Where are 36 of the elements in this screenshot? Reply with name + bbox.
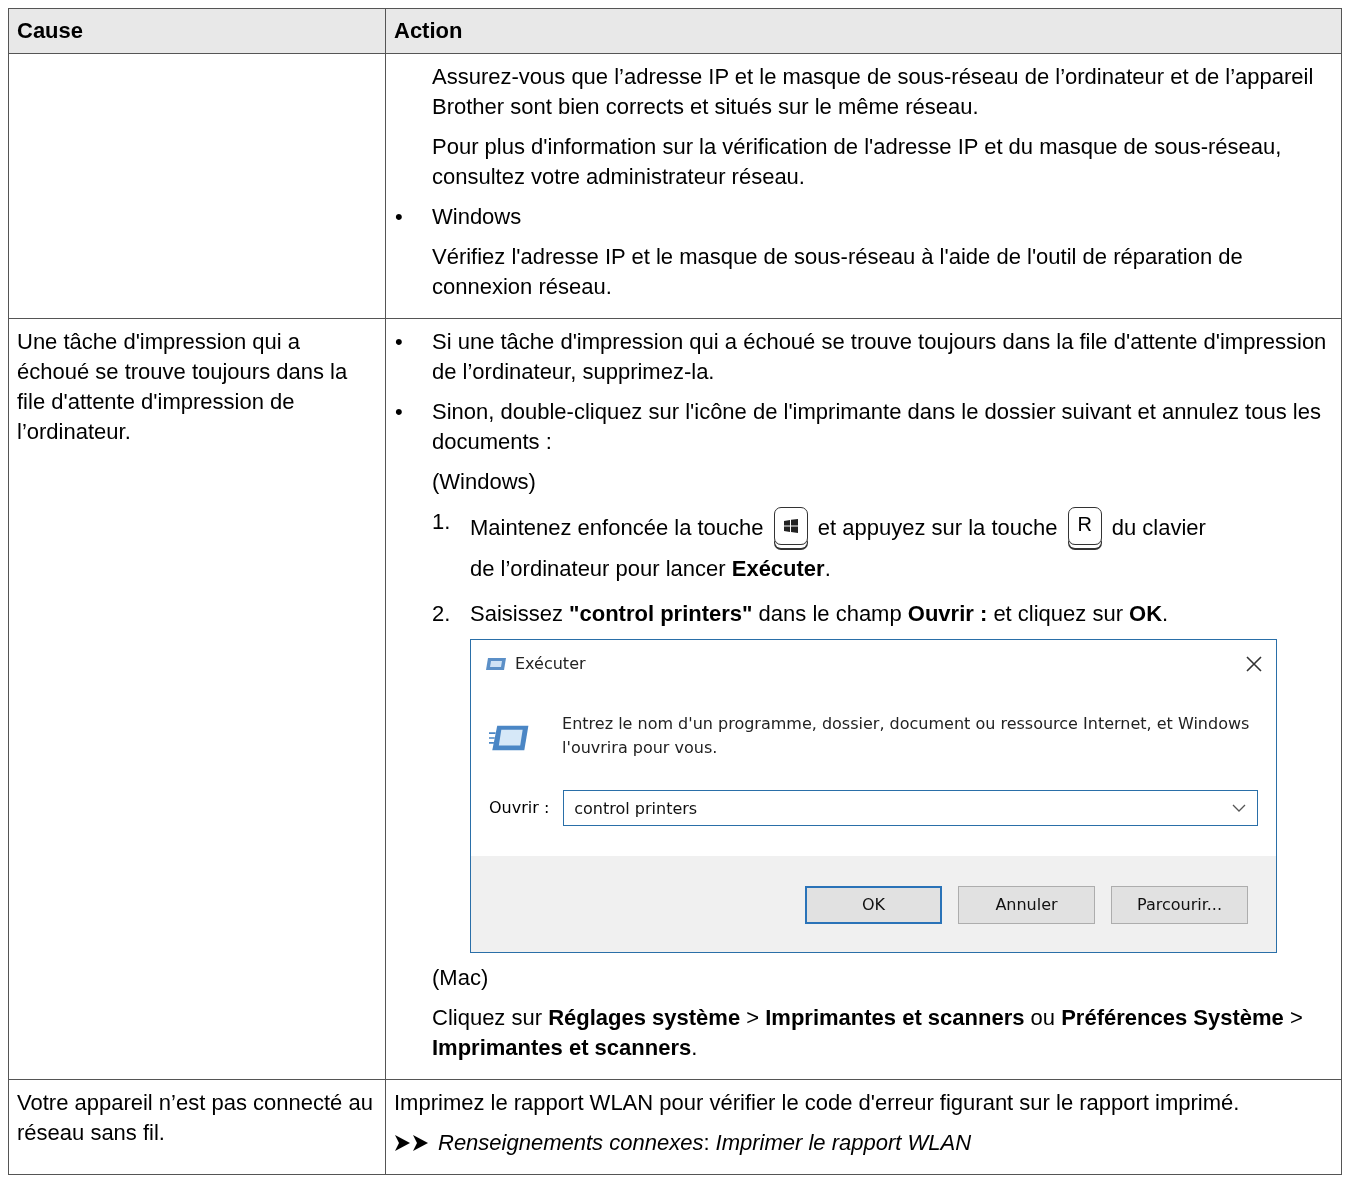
cause-cell: Une tâche d'impression qui a échoué se trouve toujours dans la file d'attente d'impression de l’ordinateur. <box>8 318 386 1080</box>
dropdown-caret-icon[interactable] <box>1232 804 1246 813</box>
paragraph: Pour plus d'information sur la vérification de l'adresse IP et du masque de sous-réseau, consultez votre administrateur réseau. <box>431 133 1283 191</box>
open-combo-field[interactable]: control printers <box>563 790 1258 827</box>
step-number: 2. <box>432 600 452 629</box>
paragraph: (Windows) <box>431 468 537 496</box>
step-text: de l’ordinateur pour lancer Exécuter. <box>470 556 831 582</box>
paragraph: Assurez-vous que l’adresse IP et le masque de sous-réseau de l’ordinateur et de l’appareil Brother sont bien corrects et situés sur le même réseau. <box>431 63 1315 121</box>
related-label: Renseignements connexes: <box>438 1129 710 1158</box>
close-icon[interactable] <box>1246 656 1262 673</box>
bullet-marker: • <box>394 203 404 231</box>
column-header: Cause <box>8 8 386 54</box>
field-label: Ouvrir : <box>489 797 550 820</box>
dialog-title: Exécuter <box>515 653 587 676</box>
dialog-button[interactable]: Annuler <box>958 886 1095 925</box>
dialog-message: Entrez le nom d'un programme, dossier, document ou ressource Internet, et Windows l'ouvrira pour vous. <box>561 713 1251 760</box>
paragraph: Imprimez le rapport WLAN pour vérifier le code d'erreur figurant sur le rapport imprimé. <box>394 1089 1241 1118</box>
list-item-text: Windows <box>432 203 522 231</box>
dialog-button[interactable]: OK <box>805 886 942 925</box>
cause-cell: Votre appareil n’est pas connecté au réseau sans fil. <box>8 1079 386 1175</box>
dialog-button[interactable]: Parcourir... <box>1111 886 1248 925</box>
run-app-icon <box>485 657 507 672</box>
paragraph: (Mac) <box>431 964 490 993</box>
paragraph: Cliquez sur Réglages système > Imprimantes et scanners ou Préférences Système > Imprimantes et scanners. <box>431 1004 1304 1063</box>
step-text: Saisissez "control printers" dans le champ Ouvrir : et cliquez sur OK. <box>470 600 1169 629</box>
bullet-marker: • <box>394 398 404 426</box>
bullet-marker: • <box>394 328 404 356</box>
step-number: 1. <box>432 508 452 536</box>
list-item-text: Sinon, double-cliquez sur l'icône de l'imprimante dans le dossier suivant et annulez tous les documents : <box>432 398 1322 456</box>
list-item-text: Si une tâche d'impression qui a échoué se trouve toujours dans la file d'attente d'impression de l’ordinateur, supprimez-la. <box>432 328 1328 386</box>
column-header: Action <box>385 8 1342 54</box>
paragraph: Vérifiez l'adresse IP et le masque de sous-réseau à l'aide de l'outil de réparation de connexion réseau. <box>431 243 1244 301</box>
step-text: Maintenez enfoncée la touche <box>470 515 764 540</box>
step-text: du clavier <box>1111 515 1206 540</box>
step-text: et appuyez sur la touche <box>817 515 1058 540</box>
related-link[interactable]: Imprimer le rapport WLAN <box>715 1128 972 1159</box>
